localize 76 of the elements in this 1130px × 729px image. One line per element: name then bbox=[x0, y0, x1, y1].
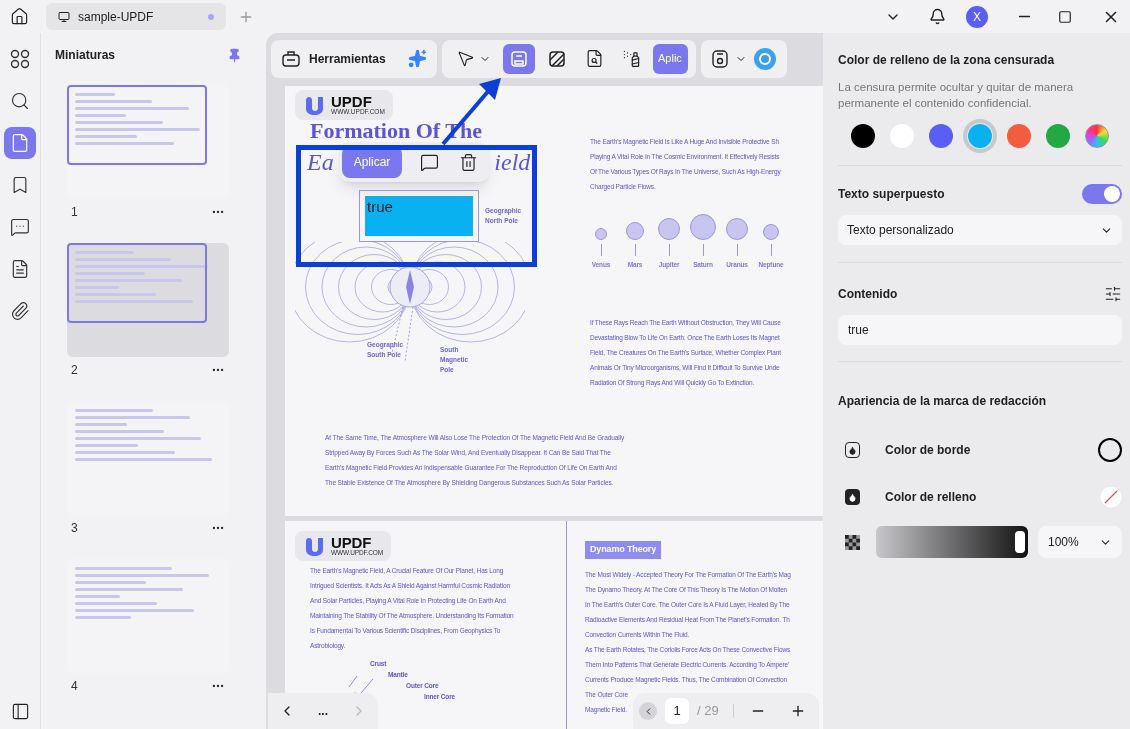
section-title: Color de relleno de la zona censurada bbox=[838, 52, 1056, 69]
account-avatar[interactable]: X bbox=[966, 5, 988, 28]
color-swatch[interactable] bbox=[850, 123, 876, 149]
apply-button[interactable]: Aplic bbox=[653, 43, 688, 74]
checkerboard-icon bbox=[845, 534, 860, 550]
ai-assistant-icon[interactable] bbox=[753, 46, 777, 71]
planet-icon bbox=[626, 222, 644, 240]
overlay-toggle[interactable] bbox=[1082, 184, 1122, 204]
bell-icon[interactable] bbox=[929, 8, 946, 25]
planet-icon bbox=[690, 214, 716, 240]
redaction-fill: true bbox=[365, 196, 473, 236]
sidebar-toggle-icon[interactable] bbox=[10, 702, 30, 721]
document-subtitle: Ea bbox=[307, 148, 334, 177]
section-title: Texto superpuesto bbox=[838, 186, 945, 203]
page-thumbnail[interactable] bbox=[67, 243, 229, 357]
content-field[interactable]: true bbox=[838, 315, 1122, 345]
color-swatch[interactable] bbox=[1006, 123, 1032, 149]
page-total: / 29 bbox=[697, 702, 719, 721]
logo-text: UPDF bbox=[331, 94, 372, 110]
hatched-square-icon bbox=[547, 48, 567, 69]
row-label: Color de relleno bbox=[885, 489, 978, 506]
slider-thumb[interactable] bbox=[1015, 531, 1025, 553]
border-color-swatch[interactable] bbox=[1098, 438, 1122, 462]
comment-icon[interactable] bbox=[420, 152, 440, 172]
color-swatch[interactable] bbox=[1084, 123, 1110, 149]
document-tab[interactable]: sample-UPDF bbox=[46, 3, 226, 30]
more-button[interactable]: ... bbox=[318, 702, 328, 720]
comment-icon bbox=[10, 217, 30, 237]
sliders-icon[interactable] bbox=[1104, 285, 1122, 303]
grid-icon bbox=[10, 49, 30, 69]
viewport-frame[interactable] bbox=[67, 243, 207, 323]
home-icon[interactable] bbox=[10, 7, 29, 26]
save-icon[interactable] bbox=[711, 48, 729, 69]
maximize-icon[interactable] bbox=[1058, 9, 1072, 24]
toolbox-icon bbox=[281, 49, 301, 68]
section-heading: Dynamo Theory bbox=[585, 541, 662, 559]
previous-page-button[interactable] bbox=[639, 702, 657, 720]
page-number: 3 bbox=[71, 520, 78, 537]
planet-icon bbox=[763, 224, 779, 240]
section-title: Contenido bbox=[838, 286, 898, 303]
search-icon bbox=[10, 91, 30, 111]
spray-can-icon bbox=[622, 49, 641, 68]
fill-color-icon bbox=[845, 489, 860, 505]
tools-button[interactable]: Herramientas bbox=[271, 39, 437, 78]
planet-icon bbox=[595, 228, 607, 240]
logo-text: UPDF bbox=[331, 535, 372, 551]
cursor-icon bbox=[456, 49, 475, 68]
opacity-dropdown[interactable]: 100% bbox=[1038, 526, 1122, 558]
redact-icon bbox=[509, 48, 529, 69]
row-label: Color de borde bbox=[885, 442, 972, 459]
color-swatch[interactable] bbox=[928, 123, 954, 149]
page-number: 4 bbox=[71, 678, 78, 695]
document-search-icon bbox=[585, 49, 604, 68]
overlay-dropdown[interactable]: Texto personalizado bbox=[838, 215, 1122, 245]
page-number: 2 bbox=[71, 362, 78, 379]
form-icon bbox=[10, 259, 30, 279]
color-swatch[interactable] bbox=[1045, 123, 1071, 149]
planet-icon bbox=[658, 218, 680, 240]
border-color-icon bbox=[845, 442, 860, 458]
sparkle-icon bbox=[408, 49, 427, 68]
panel-title: Miniaturas bbox=[55, 47, 115, 64]
monitor-icon bbox=[58, 10, 70, 23]
planet-icon bbox=[726, 218, 748, 240]
page-number-field[interactable]: 1 bbox=[665, 698, 689, 724]
document-subtitle: ield bbox=[494, 148, 531, 177]
viewport-frame[interactable] bbox=[67, 85, 207, 165]
redaction-area[interactable]: true bbox=[359, 190, 479, 242]
page-number: 1 bbox=[71, 204, 78, 221]
paperclip-icon bbox=[10, 301, 30, 321]
pin-icon[interactable] bbox=[227, 47, 242, 63]
no-fill-swatch[interactable] bbox=[1100, 486, 1122, 508]
trash-icon[interactable] bbox=[459, 152, 479, 172]
opacity-slider[interactable] bbox=[876, 526, 1028, 558]
page-icon bbox=[10, 133, 30, 153]
description-text: La censura permite ocultar y quitar de manera permanente el contenido confidencial. bbox=[838, 80, 1075, 111]
section-title: Apariencia de la marca de redacción bbox=[838, 394, 1047, 408]
